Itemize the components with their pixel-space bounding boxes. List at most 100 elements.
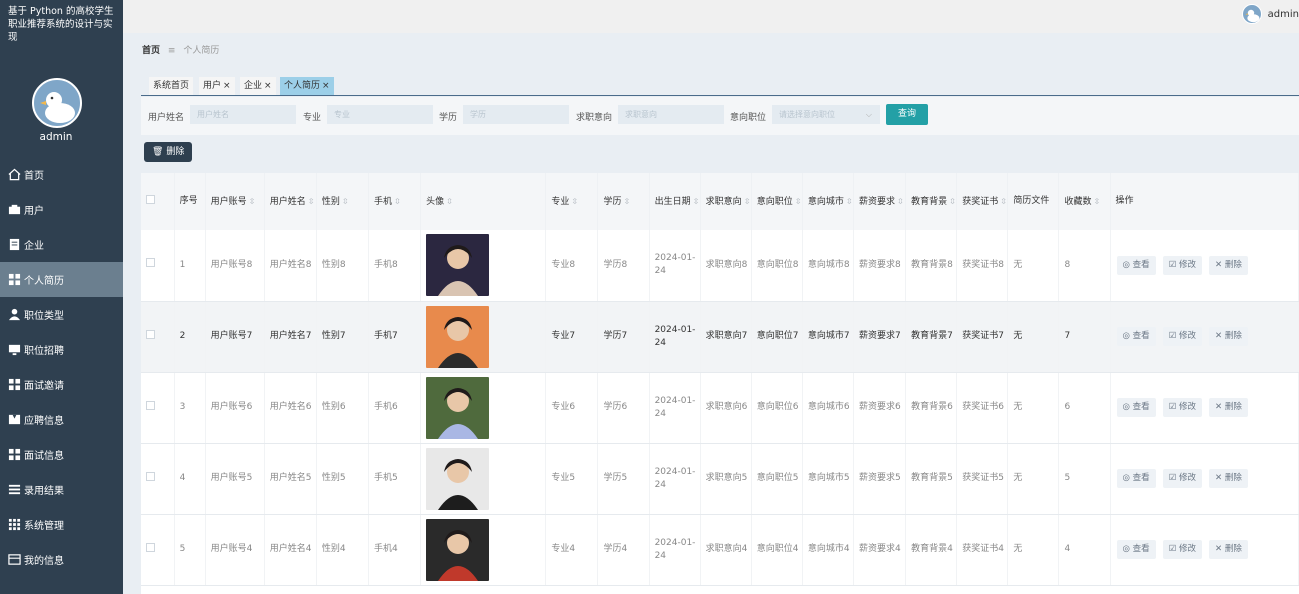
close-icon[interactable]: × <box>322 81 330 91</box>
sidebar-item-2[interactable]: 企业 <box>0 227 123 262</box>
select-all-checkbox[interactable] <box>146 194 155 204</box>
breadcrumb-home[interactable]: 首页 <box>142 46 160 56</box>
sidebar-item-0[interactable]: 首页 <box>0 157 123 192</box>
avatar[interactable] <box>32 78 82 128</box>
view-label: 查看 <box>1132 331 1150 341</box>
row-checkbox[interactable] <box>146 471 155 481</box>
sidebar-item-6[interactable]: 面试邀请 <box>0 367 123 402</box>
delete-button[interactable]: ✕ 删除 <box>1209 469 1248 488</box>
avatar-photo[interactable] <box>426 447 490 510</box>
row-checkbox[interactable] <box>146 542 155 552</box>
edit-button[interactable]: ☑ 修改 <box>1162 327 1203 346</box>
column-header[interactable]: 学历 ⇳ <box>597 173 650 230</box>
column-header[interactable]: 用户姓名 ⇳ <box>264 173 317 230</box>
cell-salary: 薪资要求4 <box>853 514 907 586</box>
cell-cert: 获奖证书8 <box>956 230 1009 302</box>
sidebar-item-3[interactable]: 个人简历 <box>0 262 123 297</box>
view-button[interactable]: ◎ 查看 <box>1116 469 1156 488</box>
cell-salary: 薪资要求7 <box>853 301 907 373</box>
sidebar-item-1[interactable]: 用户 <box>0 192 123 227</box>
search-input-major[interactable]: 专业 <box>327 105 433 124</box>
column-header[interactable]: 手机 ⇳ <box>368 173 422 230</box>
sidebar-item-4[interactable]: 职位类型 <box>0 297 123 332</box>
avatar-cell <box>420 443 547 515</box>
avatar-photo[interactable] <box>426 305 490 368</box>
delete-button[interactable]: ✕ 删除 <box>1209 255 1248 275</box>
column-header[interactable]: 获奖证书 ⇳ <box>956 173 1009 230</box>
search-input-edu[interactable]: 学历 <box>463 105 569 124</box>
sort-icon[interactable]: ⇳ <box>342 197 349 206</box>
edit-button[interactable]: ☑ 修改 <box>1162 398 1203 417</box>
sort-icon[interactable]: ⇳ <box>693 197 700 206</box>
sort-icon[interactable]: ⇳ <box>846 197 853 206</box>
sort-icon[interactable]: ⇳ <box>571 197 578 206</box>
column-header[interactable]: 专业 ⇳ <box>545 173 599 230</box>
sidebar-item-11[interactable]: 我的信息 <box>0 542 123 577</box>
view-button[interactable]: ◎ 查看 <box>1116 327 1156 346</box>
search-input-intent[interactable]: 求职意向 <box>618 105 724 124</box>
row-checkbox[interactable] <box>146 400 155 410</box>
sort-icon[interactable]: ⇳ <box>394 197 401 206</box>
sort-icon[interactable]: ⇳ <box>1093 197 1100 206</box>
view-button[interactable]: ◎ 查看 <box>1116 540 1156 559</box>
tab-system-home[interactable]: 系统首页 <box>149 77 194 95</box>
delete-button[interactable]: ✕ 删除 <box>1209 327 1248 346</box>
delete-button[interactable]: ✕ 删除 <box>1209 540 1248 559</box>
edit-button[interactable]: ☑ 修改 <box>1162 469 1203 488</box>
edit-label: 修改 <box>1179 259 1197 270</box>
column-header[interactable]: 薪资要求 ⇳ <box>853 173 907 230</box>
row-checkbox[interactable] <box>146 258 155 268</box>
column-header[interactable]: 性别 ⇳ <box>316 173 369 230</box>
search-input-name[interactable]: 用户姓名 <box>190 105 296 124</box>
column-header[interactable]: 用户账号 ⇳ <box>205 173 265 230</box>
row-checkbox[interactable] <box>146 329 155 339</box>
trash-icon: 🗑︎ <box>152 147 164 157</box>
view-button[interactable]: ◎ 查看 <box>1116 255 1156 275</box>
sort-icon[interactable]: ⇳ <box>249 197 256 206</box>
bulk-delete-button[interactable]: 🗑︎ 删除 <box>144 142 192 162</box>
sort-icon[interactable]: ⇳ <box>623 197 630 206</box>
column-header[interactable]: 出生日期 ⇳ <box>649 173 701 230</box>
sidebar-item-10[interactable]: 系统管理 <box>0 507 123 542</box>
avatar-photo[interactable] <box>426 234 490 297</box>
tab-user[interactable]: 用户 × <box>199 77 235 95</box>
sort-icon[interactable]: ⇳ <box>744 197 751 206</box>
table-row[interactable]: 1 用户账号8 用户姓名8 性别8 手机8 专业8 学历8 2024-01-24 求职意向8 意向… <box>141 230 1299 302</box>
position-select[interactable]: 请选择意向职位 ⌵ <box>772 105 880 124</box>
close-icon[interactable]: × <box>223 81 231 91</box>
sidebar-item-5[interactable]: 职位招聘 <box>0 332 123 367</box>
table-row[interactable]: 2 用户账号7 用户姓名7 性别7 手机7 专业7 学历7 2024-01-24 求职意向7 意向… <box>141 301 1299 373</box>
table-row[interactable]: 3 用户账号6 用户姓名6 性别6 手机6 专业6 学历6 2024-01-24 求职意向6 意向… <box>141 372 1299 444</box>
avatar-photo[interactable] <box>426 376 490 439</box>
table-header: 序号 用户账号 ⇳ 用户姓名 ⇳ 性别 ⇳ 手机 ⇳ 头像 ⇳ 专业 ⇳ 学历 ⇳ 出生日期 ⇳ 求职意向 ⇳ 意向职… <box>141 173 1299 230</box>
avatar-photo[interactable] <box>426 518 490 581</box>
column-header[interactable]: 序号 <box>174 173 206 230</box>
view-button[interactable]: ◎ 查看 <box>1116 398 1156 417</box>
table-row[interactable]: 5 用户账号4 用户姓名4 性别4 手机4 专业4 学历4 2024-01-24 求职意向4 意向… <box>141 514 1299 586</box>
edit-button[interactable]: ☑ 修改 <box>1162 540 1203 559</box>
sort-icon[interactable]: ⇳ <box>446 197 453 206</box>
sort-icon[interactable]: ⇳ <box>308 197 315 206</box>
sort-icon[interactable]: ⇳ <box>897 197 904 206</box>
query-button[interactable]: 查询 <box>886 104 928 125</box>
column-header-label: 头像 <box>426 196 445 207</box>
sidebar-item-7[interactable]: 应聘信息 <box>0 402 123 437</box>
sort-icon[interactable]: ⇳ <box>1000 197 1007 206</box>
column-header[interactable]: 头像 ⇳ <box>420 173 547 230</box>
topbar-user[interactable]: admin <box>1241 4 1299 24</box>
table-row[interactable]: 4 用户账号5 用户姓名5 性别5 手机5 专业5 学历5 2024-01-24 求职意向5 意向… <box>141 443 1299 515</box>
sidebar-item-8[interactable]: 面试信息 <box>0 437 123 472</box>
tab-company[interactable]: 企业 × <box>240 77 276 95</box>
column-header[interactable]: 意向城市 ⇳ <box>802 173 855 230</box>
column-header[interactable]: 教育背景 ⇳ <box>905 173 958 230</box>
column-header[interactable]: 求职意向 ⇳ <box>700 173 752 230</box>
close-icon[interactable]: × <box>264 81 272 91</box>
sort-icon[interactable]: ⇳ <box>949 197 956 206</box>
tab-resume[interactable]: 个人简历 × <box>280 77 334 95</box>
sidebar-item-9[interactable]: 录用结果 <box>0 472 123 507</box>
column-header[interactable]: 收藏数 ⇳ <box>1058 173 1111 230</box>
sort-icon[interactable]: ⇳ <box>795 197 802 206</box>
edit-button[interactable]: ☑ 修改 <box>1162 255 1203 275</box>
column-header[interactable]: 意向职位 ⇳ <box>751 173 803 230</box>
delete-button[interactable]: ✕ 删除 <box>1209 398 1248 417</box>
